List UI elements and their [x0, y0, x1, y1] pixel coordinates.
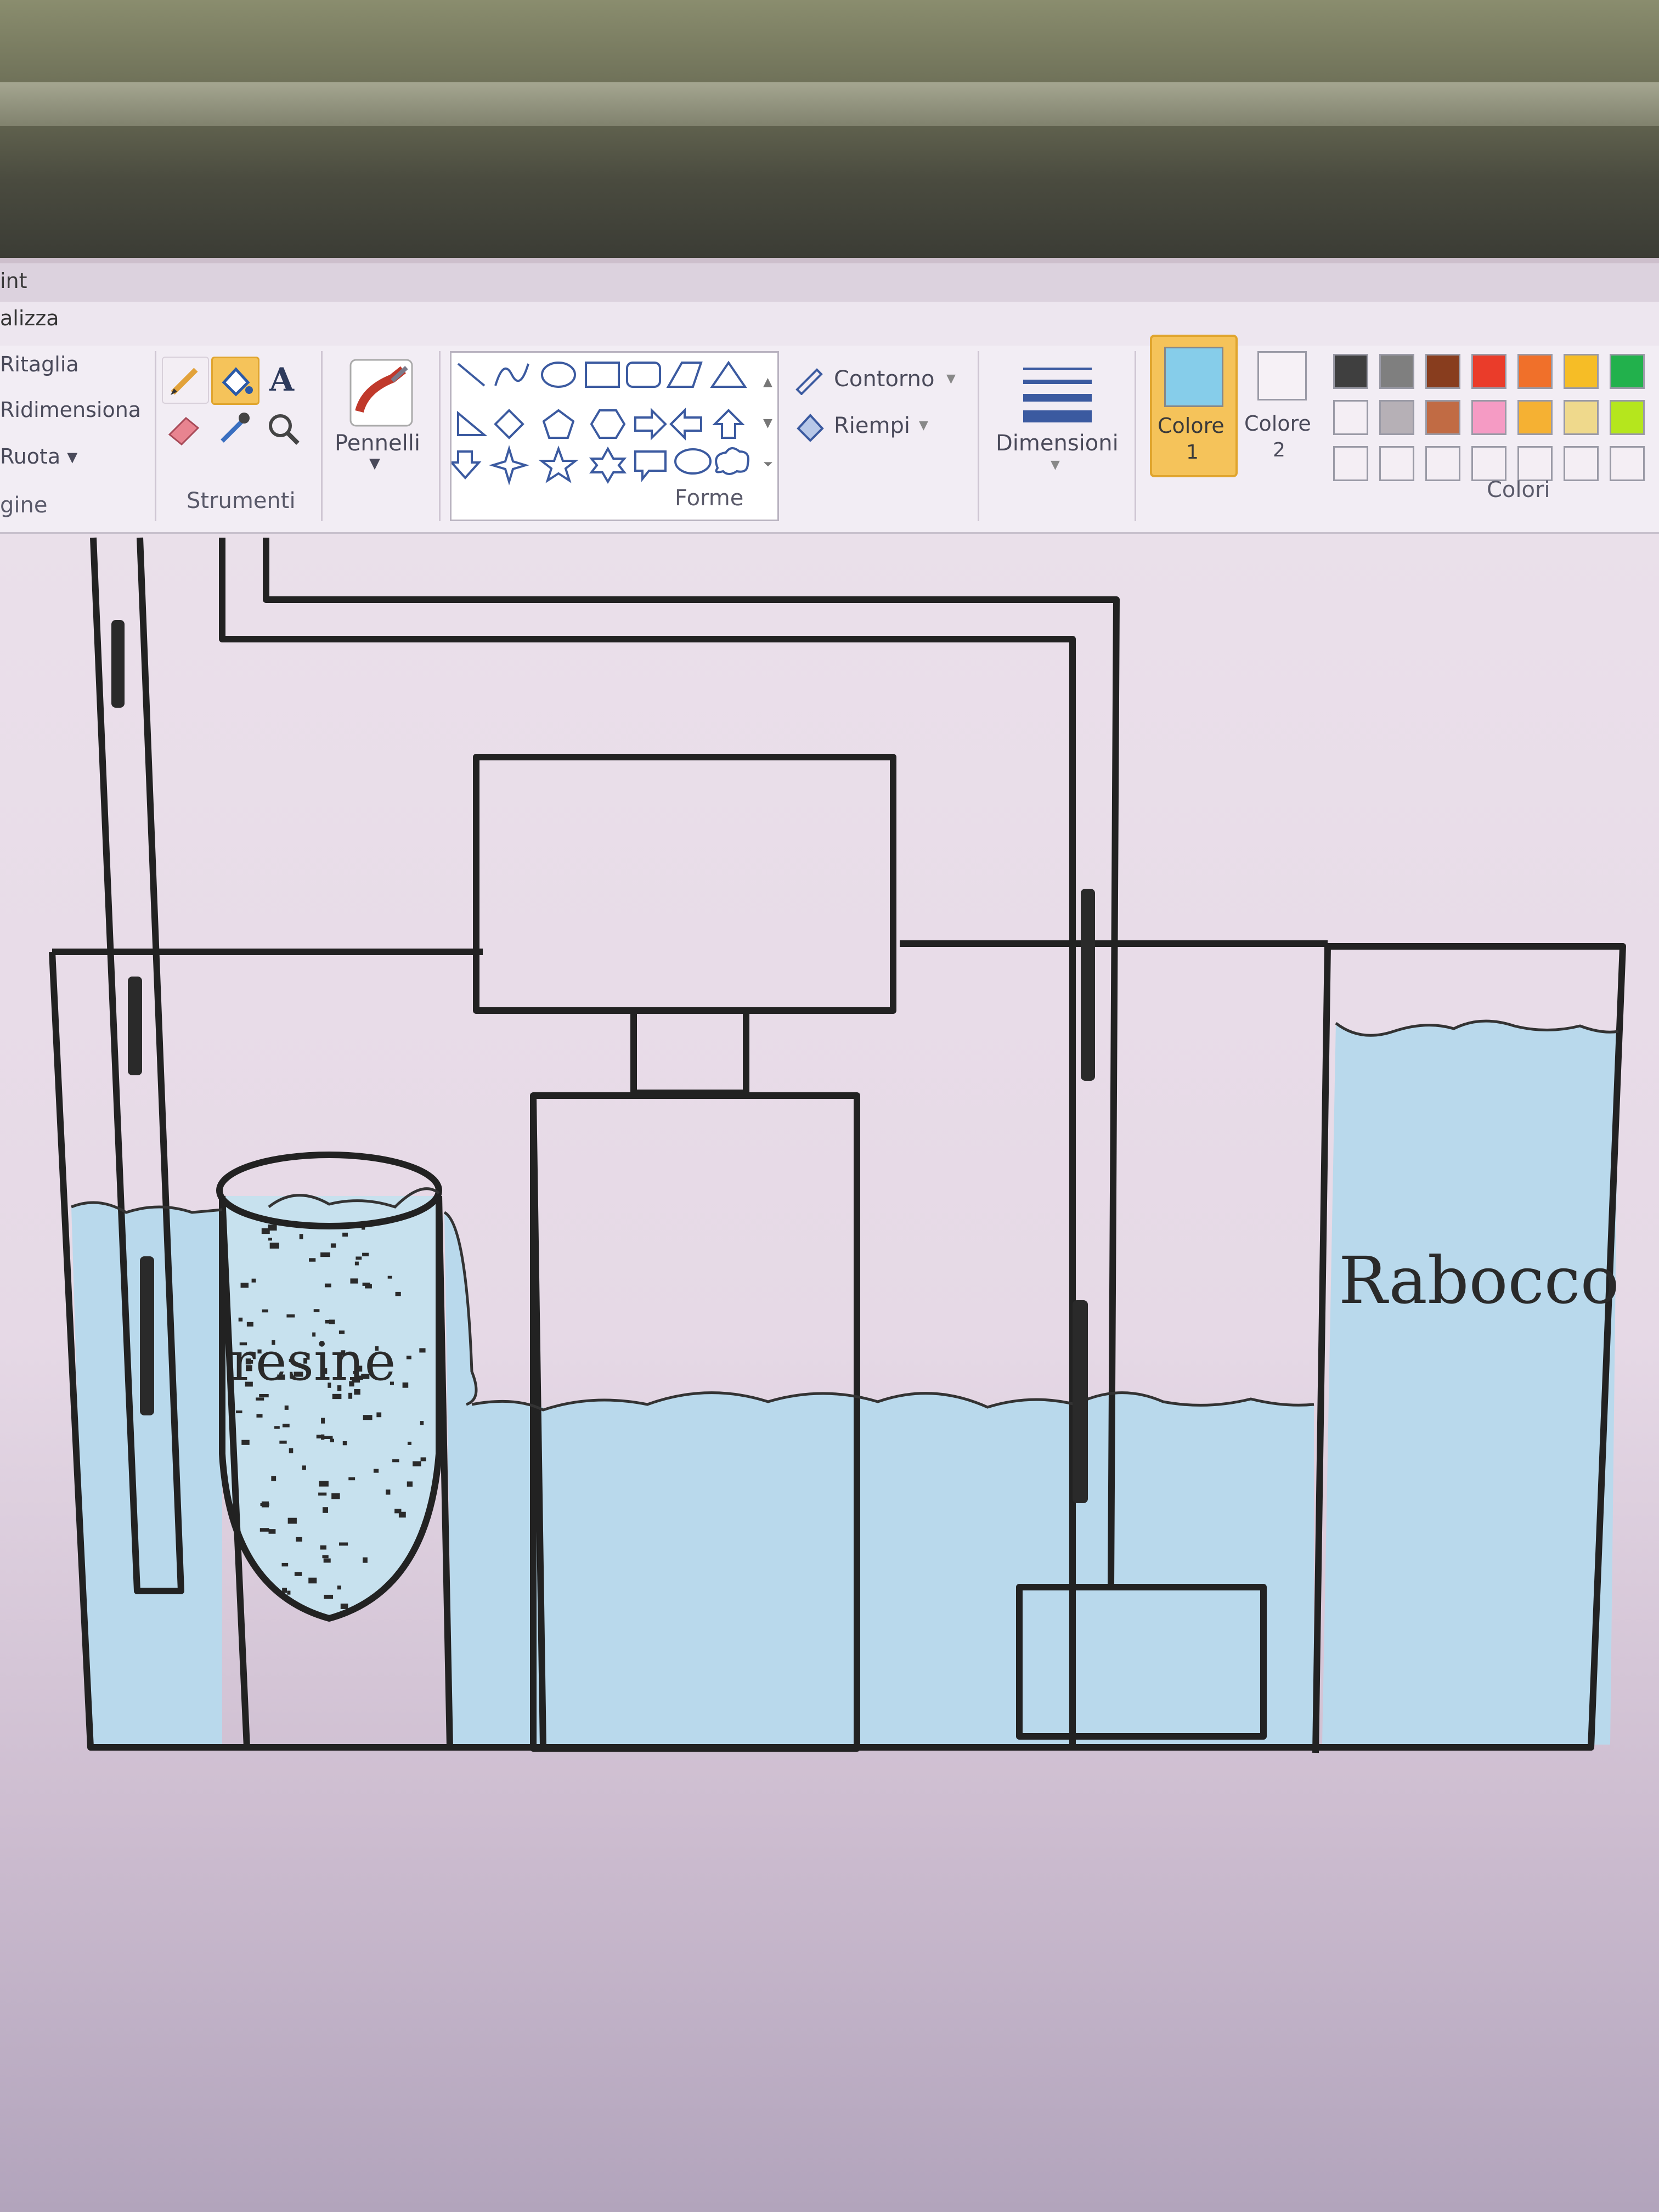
resin-speckle: [362, 1282, 370, 1286]
resin-speckle: [268, 1238, 273, 1241]
resin-speckle: [281, 1562, 289, 1567]
resin-speckle: [323, 1436, 333, 1439]
resin-speckle: [323, 1558, 331, 1563]
resin-speckle: [330, 1243, 336, 1248]
resin-speckle: [262, 1309, 269, 1313]
water-topup-tank: [1322, 1021, 1618, 1745]
resin-speckle: [287, 1517, 297, 1524]
resin-speckle: [294, 1572, 302, 1576]
resin-speckle: [256, 1397, 264, 1401]
resin-speckle: [406, 1587, 412, 1594]
resin-speckle: [330, 1438, 335, 1443]
resin-speckle: [420, 1457, 426, 1462]
resin-speckle: [325, 1319, 334, 1324]
resin-speckle: [398, 1511, 406, 1518]
resin-speckle: [324, 1283, 331, 1288]
resin-speckle: [279, 1440, 287, 1444]
resin-speckle: [406, 1356, 411, 1359]
resin-speckle: [373, 1469, 379, 1473]
resin-speckle: [286, 1314, 295, 1318]
resin-speckle: [240, 1283, 249, 1288]
resin-speckle: [332, 1393, 342, 1400]
resin-speckle: [259, 1393, 269, 1398]
resin-speckle: [261, 1501, 269, 1508]
resin-speckle: [331, 1493, 340, 1499]
topup-label: Rabocco: [1339, 1243, 1620, 1318]
resin-speckle: [282, 1424, 290, 1427]
resin-speckle: [348, 1477, 356, 1481]
resin-speckle: [320, 1252, 330, 1257]
resin-speckle: [342, 1441, 347, 1446]
resin-speckle: [251, 1278, 256, 1283]
resin-speckle: [287, 1590, 291, 1595]
resin-speckle: [256, 1414, 263, 1418]
resin-speckle: [407, 1481, 413, 1487]
resin-speckle: [376, 1412, 382, 1418]
resin-speckle: [313, 1309, 320, 1312]
resin-speckle: [350, 1278, 358, 1284]
resin-speckle: [284, 1405, 289, 1410]
resin-speckle: [363, 1415, 373, 1420]
resin-speckle: [319, 1481, 329, 1487]
resin-speckle: [322, 1555, 329, 1559]
resin-speckle: [238, 1317, 243, 1322]
resin-speckle: [268, 1529, 276, 1534]
monitor-bezel-edge: [0, 82, 1659, 126]
resin-speckle: [268, 1601, 275, 1606]
resin-speckle: [236, 1410, 242, 1414]
resin-speckle: [363, 1557, 368, 1563]
resin-speckle: [386, 1489, 391, 1495]
resin-speckle: [419, 1348, 426, 1353]
resin-speckle: [271, 1476, 276, 1481]
resin-speckle: [261, 1228, 270, 1234]
resin-speckle: [259, 1528, 269, 1532]
resin-speckle: [318, 1492, 327, 1496]
resin-speckle: [356, 1256, 362, 1260]
resin-speckle: [309, 1258, 316, 1262]
resin-speckle: [354, 1261, 359, 1266]
resin-speckle: [241, 1440, 250, 1445]
resin-speckle: [392, 1459, 399, 1463]
resin-speckle: [321, 1418, 325, 1424]
upper-box: [473, 754, 896, 1014]
resin-speckle: [337, 1585, 341, 1590]
resin-speckle: [395, 1291, 401, 1296]
resin-speckle: [308, 1577, 317, 1584]
water-middle: [472, 1392, 1314, 1745]
resin-speckle: [420, 1421, 424, 1425]
resin-speckle: [246, 1322, 253, 1327]
drawing-canvas[interactable]: resine Rabocco: [0, 258, 1659, 2212]
resin-speckle: [407, 1441, 411, 1445]
resin-speckle: [387, 1276, 392, 1279]
neck-box: [630, 1007, 749, 1096]
resin-speckle: [302, 1465, 306, 1470]
resin-speckle: [320, 1545, 327, 1550]
resin-speckle: [413, 1461, 421, 1466]
resin-speckle: [299, 1234, 303, 1239]
resin-speckle: [402, 1382, 409, 1388]
resin-speckle: [274, 1426, 280, 1429]
resin-speckle: [322, 1507, 329, 1513]
resin-label: resine: [230, 1331, 396, 1392]
resin-speckle: [289, 1448, 294, 1454]
resin-speckle: [362, 1252, 369, 1257]
resin-speckle: [338, 1542, 348, 1546]
resin-speckle: [342, 1232, 348, 1237]
resin-speckle: [269, 1243, 279, 1249]
resin-speckle: [296, 1537, 302, 1542]
resin-speckle: [340, 1603, 348, 1609]
resin-speckle: [321, 1434, 325, 1440]
resin-speckle: [348, 1392, 353, 1399]
resin-speckle: [324, 1594, 334, 1599]
monitor-bezel: [0, 0, 1659, 258]
